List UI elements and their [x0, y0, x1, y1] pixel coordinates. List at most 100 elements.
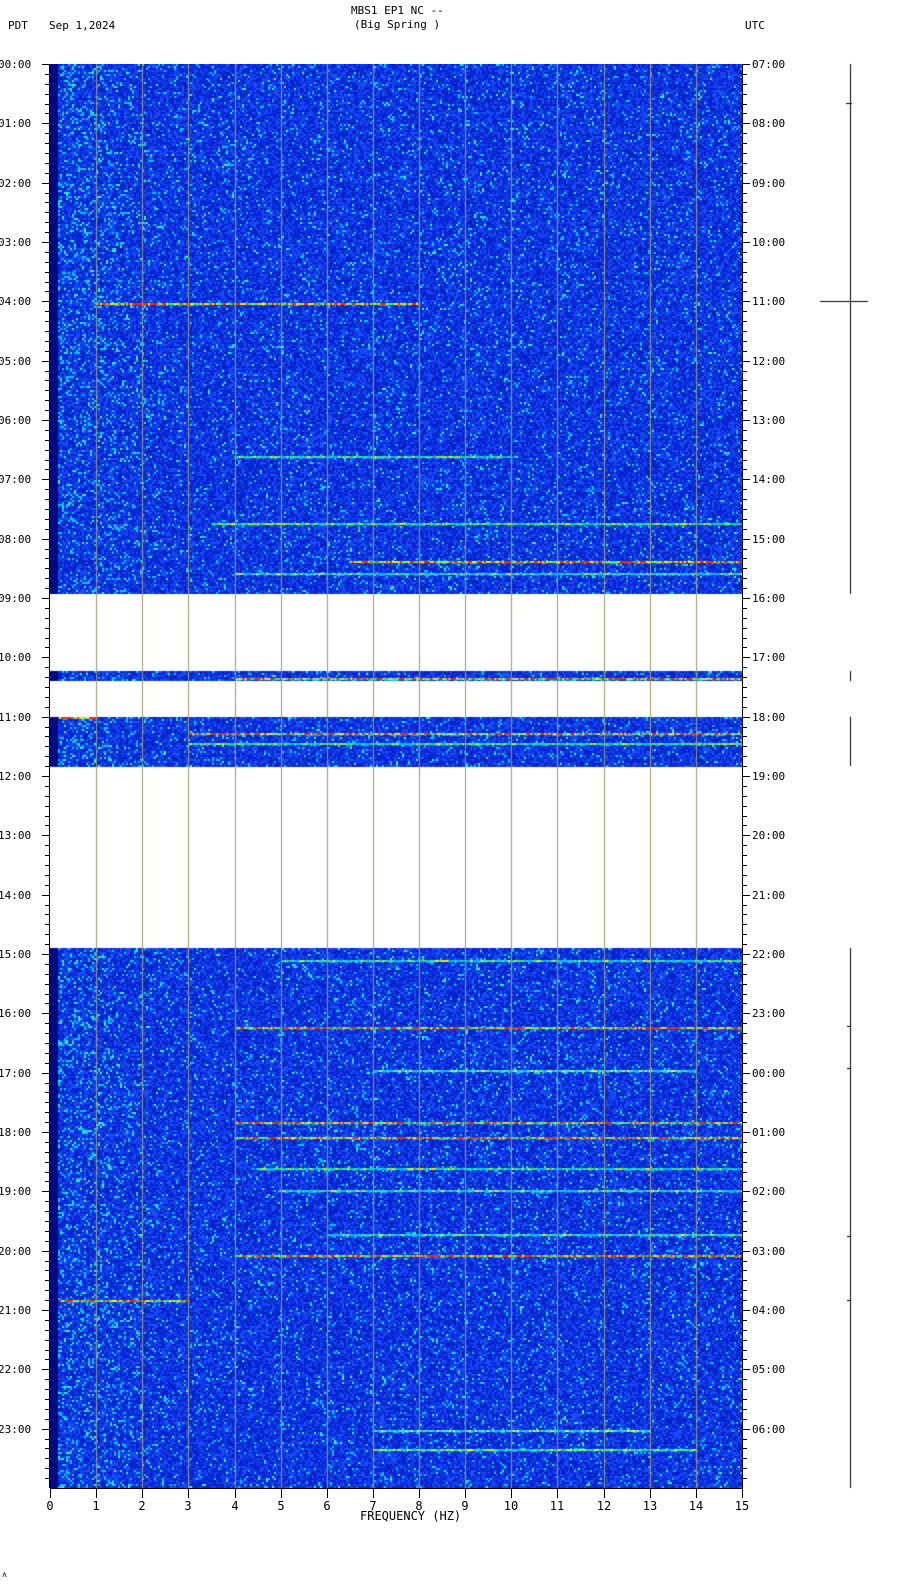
y-right-tick — [742, 1033, 747, 1034]
y-left-tick — [42, 657, 50, 658]
y-left-tick — [42, 1132, 50, 1133]
y-left-tick — [45, 1320, 50, 1321]
x-tick — [742, 1488, 743, 1498]
y-right-tick — [742, 628, 747, 629]
y-left-tick — [45, 193, 50, 194]
y-right-tick — [742, 1102, 747, 1103]
y-right-tick-label: 02:00 — [752, 1185, 786, 1198]
y-right-tick — [742, 202, 747, 203]
x-tick — [465, 1488, 466, 1498]
y-left-tick — [45, 133, 50, 134]
y-right-tick — [742, 1142, 747, 1143]
y-right-tick — [742, 1231, 747, 1232]
y-right-tick — [742, 727, 747, 728]
y-right-tick — [742, 1419, 747, 1420]
y-left-tick — [45, 1300, 50, 1301]
y-left-tick — [42, 598, 50, 599]
y-left-tick — [42, 717, 50, 718]
y-right-tick — [742, 697, 747, 698]
y-right-tick — [742, 1429, 750, 1430]
y-right-tick — [742, 1083, 747, 1084]
y-right-tick-label: 00:00 — [752, 1067, 786, 1080]
y-left-tick — [45, 104, 50, 105]
y-left-tick — [42, 895, 50, 896]
y-left-tick — [45, 1043, 50, 1044]
y-right-tick-label: 01:00 — [752, 1126, 786, 1139]
y-right-tick — [742, 262, 747, 263]
y-right-tick-label: 03:00 — [752, 1245, 786, 1258]
seismogram-trace — [810, 0, 902, 1584]
y-right-tick — [742, 1280, 747, 1281]
chart-title: MBS1 EP1 NC -- — [351, 4, 444, 17]
x-tick-label: 3 — [184, 1499, 192, 1513]
y-right-tick-label: 11:00 — [752, 295, 786, 308]
x-tick — [327, 1488, 328, 1498]
y-left-tick — [45, 1231, 50, 1232]
y-left-tick — [45, 667, 50, 668]
y-left-tick — [45, 855, 50, 856]
y-right-tick — [742, 1261, 747, 1262]
x-tick — [696, 1488, 697, 1498]
left-timezone: PDT — [8, 19, 28, 32]
y-right-tick — [742, 104, 747, 105]
y-right-tick — [742, 825, 747, 826]
y-left-tick — [45, 499, 50, 500]
y-left-tick — [45, 380, 50, 381]
y-right-tick — [742, 1162, 747, 1163]
y-right-tick — [742, 163, 747, 164]
y-right-tick — [742, 598, 750, 599]
x-tick — [511, 1488, 512, 1498]
y-right-tick — [742, 133, 747, 134]
y-left-tick-label: 12:00 — [0, 770, 32, 783]
y-left-tick — [42, 242, 50, 243]
y-left-tick — [45, 1359, 50, 1360]
y-right-tick — [742, 806, 747, 807]
y-left-tick-label: 22:00 — [0, 1363, 32, 1376]
y-right-tick — [742, 905, 747, 906]
y-right-tick — [742, 291, 747, 292]
y-right-tick-label: 20:00 — [752, 829, 786, 842]
y-left-tick — [45, 1023, 50, 1024]
y-left-tick-label: 11:00 — [0, 711, 32, 724]
y-right-tick-label: 16:00 — [752, 592, 786, 605]
y-left-tick — [45, 1379, 50, 1380]
y-left-tick — [45, 588, 50, 589]
y-left-tick — [45, 469, 50, 470]
y-left-tick — [45, 232, 50, 233]
y-left-tick — [45, 509, 50, 510]
y-left-tick — [45, 331, 50, 332]
y-left-tick — [45, 173, 50, 174]
y-right-tick — [742, 193, 747, 194]
y-left-tick — [45, 1458, 50, 1459]
y-left-tick — [45, 875, 50, 876]
x-tick — [557, 1488, 558, 1498]
y-right-tick — [742, 984, 747, 985]
y-right-tick — [742, 361, 750, 362]
y-right-tick — [742, 618, 747, 619]
y-right-tick — [742, 1369, 750, 1370]
y-left-tick — [45, 746, 50, 747]
y-left-tick — [42, 1191, 50, 1192]
y-left-tick — [45, 1270, 50, 1271]
y-right-tick — [742, 835, 750, 836]
y-left-tick — [42, 1251, 50, 1252]
y-right-tick — [742, 519, 747, 520]
y-right-tick — [742, 578, 747, 579]
y-left-tick — [45, 697, 50, 698]
x-tick — [50, 1488, 51, 1498]
chart-subtitle: (Big Spring ) — [354, 18, 441, 31]
y-right-tick — [742, 776, 750, 777]
y-left-tick — [45, 766, 50, 767]
y-left-tick — [45, 163, 50, 164]
y-right-tick — [742, 1359, 747, 1360]
right-timezone: UTC — [745, 19, 765, 32]
y-left-tick — [42, 183, 50, 184]
x-axis-label: FREQUENCY (HZ) — [360, 1509, 462, 1523]
y-right-tick — [742, 786, 747, 787]
y-right-tick — [742, 875, 747, 876]
y-right-tick-label: 05:00 — [752, 1363, 786, 1376]
y-left-tick — [42, 776, 50, 777]
y-right-tick-label: 18:00 — [752, 711, 786, 724]
y-left-tick — [45, 1201, 50, 1202]
y-right-tick — [742, 756, 747, 757]
